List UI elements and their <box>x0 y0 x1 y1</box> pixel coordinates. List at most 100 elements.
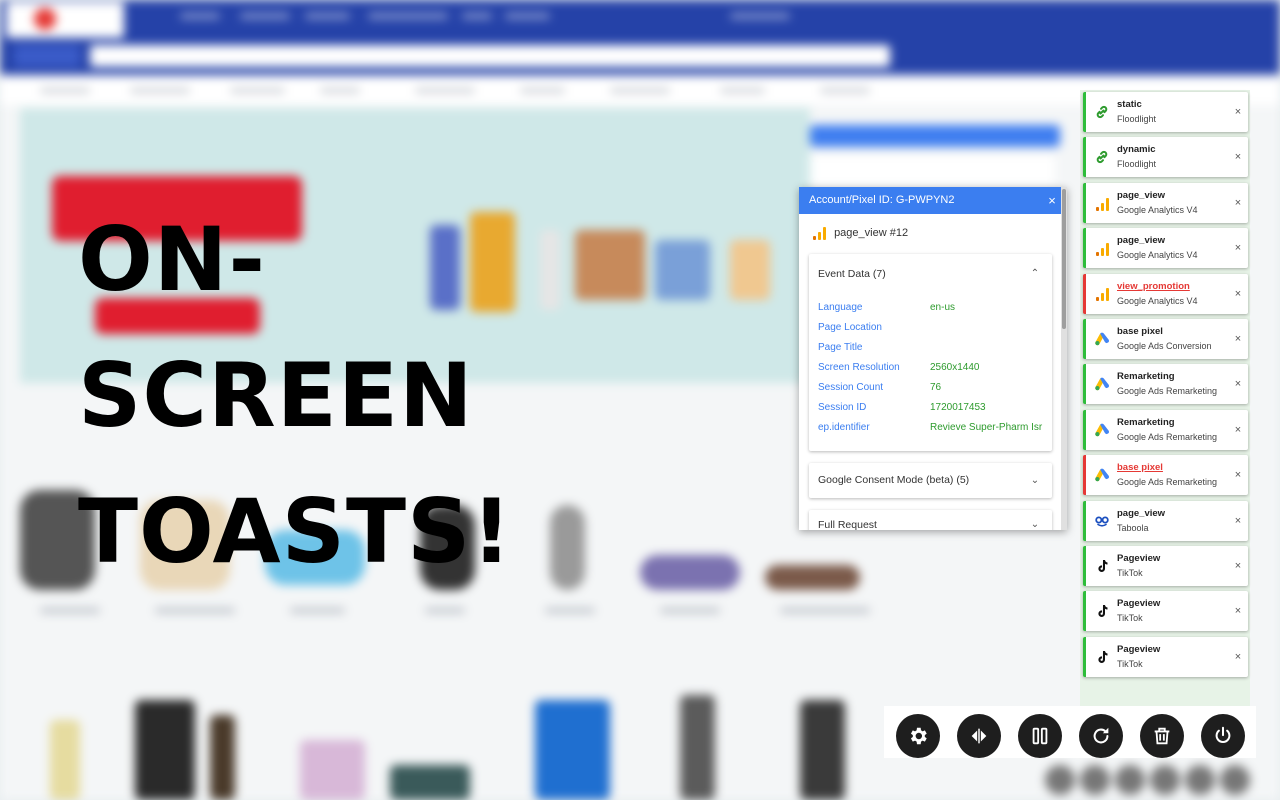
panel-title: Account/Pixel ID: G-PWPYN2 <box>809 194 955 206</box>
toast-item[interactable]: Pageview TikTok × <box>1083 546 1248 586</box>
swap-horizontal-icon <box>971 728 987 744</box>
toast-close-button[interactable]: × <box>1232 422 1244 438</box>
chevron-down-icon[interactable]: ⌄ <box>1028 510 1042 530</box>
bg-product <box>50 720 80 800</box>
panel-scrollbar[interactable] <box>1061 187 1067 530</box>
toggle-side-button[interactable] <box>957 714 1001 758</box>
toast-item[interactable]: view_promotion Google Analytics V4 × <box>1083 273 1248 314</box>
bg-product <box>800 700 845 800</box>
row-key: Screen Resolution <box>818 362 900 373</box>
panel-event-heading: page_view #12 <box>811 225 908 241</box>
toast-event-name: page_view <box>1117 189 1166 201</box>
toast-close-button[interactable]: × <box>1232 195 1244 211</box>
toast-event-name: base pixel <box>1117 326 1163 337</box>
full-request-section: Full Request ⌄ <box>809 510 1052 530</box>
caption-line-2: SCREEN <box>78 344 474 447</box>
toast-event-name: base pixel <box>1117 462 1163 474</box>
bg-search-field <box>90 45 890 67</box>
toast-close-button[interactable]: × <box>1232 558 1244 574</box>
toast-close-button[interactable]: × <box>1232 149 1244 165</box>
toast-event-name: Pageview <box>1117 553 1161 564</box>
chevron-up-icon[interactable]: ⌃ <box>1028 254 1042 294</box>
toast-platform-name: TikTok <box>1117 568 1143 578</box>
bg-dot <box>1185 765 1215 795</box>
delete-button[interactable] <box>1140 714 1184 758</box>
bg-dot <box>1150 765 1180 795</box>
panel-close-button[interactable]: × <box>1045 187 1059 214</box>
event-data-section: Event Data (7) ⌃ Language en-us Page Loc… <box>809 254 1052 451</box>
toast-close-button[interactable]: × <box>1232 376 1244 392</box>
toast-close-button[interactable]: × <box>1232 467 1244 483</box>
toast-platform-name: Google Analytics V4 <box>1117 204 1198 215</box>
toast-platform-name: TikTok <box>1117 658 1143 669</box>
toast-item[interactable]: page_view Google Analytics V4 × <box>1083 182 1248 223</box>
toast-platform-name: Google Ads Remarketing <box>1117 477 1218 488</box>
bg-thumbnail <box>640 555 740 590</box>
toast-item[interactable]: page_view Taboola × <box>1083 500 1248 541</box>
tiktok-icon <box>1094 603 1110 619</box>
event-data-row: Page Title <box>818 338 1044 358</box>
toast-item[interactable]: base pixel Google Ads Remarketing × <box>1083 455 1248 496</box>
toast-event-name: static <box>1117 99 1142 110</box>
pause-button[interactable] <box>1018 714 1062 758</box>
toast-event-name: page_view <box>1117 235 1166 247</box>
toast-platform-name: Taboola <box>1117 522 1149 533</box>
toast-item[interactable]: Pageview TikTok × <box>1083 636 1248 677</box>
consent-mode-title[interactable]: Google Consent Mode (beta) (5) <box>818 463 969 498</box>
full-request-title[interactable]: Full Request <box>818 510 877 530</box>
toast-item[interactable]: Pageview TikTok × <box>1083 591 1248 632</box>
bg-label <box>780 608 870 613</box>
toast-platform-name: Google Ads Remarketing <box>1117 431 1218 442</box>
event-data-row: Session Count 76 <box>818 378 1044 398</box>
row-value: en-us <box>930 302 956 313</box>
chevron-down-icon[interactable]: ⌄ <box>1028 463 1042 498</box>
toast-platform-name: Google Ads Conversion <box>1117 341 1212 351</box>
toast-item[interactable]: Remarketing Google Ads Remarketing × <box>1083 364 1248 405</box>
bg-nav-item <box>462 13 492 19</box>
settings-button[interactable] <box>896 714 940 758</box>
bg-dot <box>1220 765 1250 795</box>
toast-close-button[interactable]: × <box>1232 240 1244 256</box>
toast-close-button[interactable]: × <box>1232 513 1244 529</box>
toast-close-button[interactable]: × <box>1232 331 1244 347</box>
google-analytics-icon <box>1094 240 1110 256</box>
toast-platform-name: Google Analytics V4 <box>1117 295 1198 306</box>
power-button[interactable] <box>1201 714 1245 758</box>
google-analytics-icon <box>1094 195 1110 211</box>
bg-nav-item <box>368 13 448 19</box>
event-data-row: ep.identifier Revieve Super-Pharm Isr <box>818 418 1044 438</box>
toast-close-button[interactable]: × <box>1232 104 1244 120</box>
bg-menu-item <box>320 88 360 93</box>
toast-event-name: dynamic <box>1117 144 1156 156</box>
caption-line-3: TOASTS! <box>78 480 513 583</box>
toast-item[interactable]: page_view Google Analytics V4 × <box>1083 228 1248 269</box>
bg-nav-item <box>240 13 290 19</box>
bg-thumbnail <box>765 565 860 590</box>
panel-event-label: page_view #12 <box>834 227 909 239</box>
toast-item[interactable]: dynamic Floodlight × <box>1083 137 1248 178</box>
bg-product <box>655 240 710 300</box>
action-bar <box>884 706 1256 758</box>
toast-event-name: Pageview <box>1117 598 1161 610</box>
toast-item[interactable]: static Floodlight × <box>1083 92 1248 132</box>
bg-product <box>135 700 195 800</box>
toast-event-name: Remarketing <box>1117 371 1175 383</box>
toast-close-button[interactable]: × <box>1232 603 1244 619</box>
bg-menu-item <box>520 88 565 93</box>
bg-dot <box>1045 765 1075 795</box>
google-analytics-icon <box>811 225 827 241</box>
toast-item[interactable]: Remarketing Google Ads Remarketing × <box>1083 409 1248 450</box>
bg-nav-item <box>730 13 790 19</box>
toast-close-button[interactable]: × <box>1232 649 1244 665</box>
bg-product <box>730 240 770 300</box>
event-data-title[interactable]: Event Data (7) <box>818 254 886 294</box>
event-data-row: Session ID 1720017453 <box>818 398 1044 418</box>
bg-nav-item <box>180 13 220 19</box>
google-ads-icon <box>1094 467 1110 483</box>
toast-close-button[interactable]: × <box>1232 286 1244 302</box>
toast-item[interactable]: base pixel Google Ads Conversion × <box>1083 319 1248 359</box>
refresh-button[interactable] <box>1079 714 1123 758</box>
bg-menu-item <box>230 88 285 93</box>
bg-label <box>40 608 100 613</box>
row-value: 76 <box>930 382 942 393</box>
